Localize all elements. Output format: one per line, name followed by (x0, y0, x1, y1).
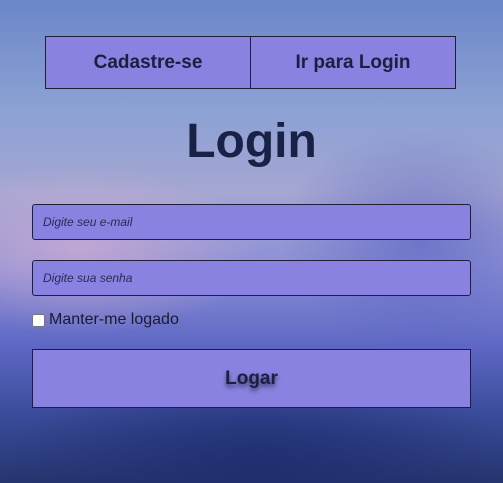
auth-nav: Cadastre-se Ir para Login (45, 36, 456, 89)
login-submit-button[interactable]: Logar (32, 349, 471, 408)
login-tab-button[interactable]: Ir para Login (250, 37, 455, 88)
password-field[interactable] (32, 260, 471, 296)
remember-me-label: Manter-me logado (49, 311, 179, 328)
remember-me-checkbox[interactable] (32, 313, 45, 327)
page-title: Login (186, 115, 317, 168)
register-tab-button[interactable]: Cadastre-se (46, 37, 250, 88)
email-field[interactable] (32, 204, 471, 240)
remember-me[interactable]: Manter-me logado (32, 311, 179, 329)
